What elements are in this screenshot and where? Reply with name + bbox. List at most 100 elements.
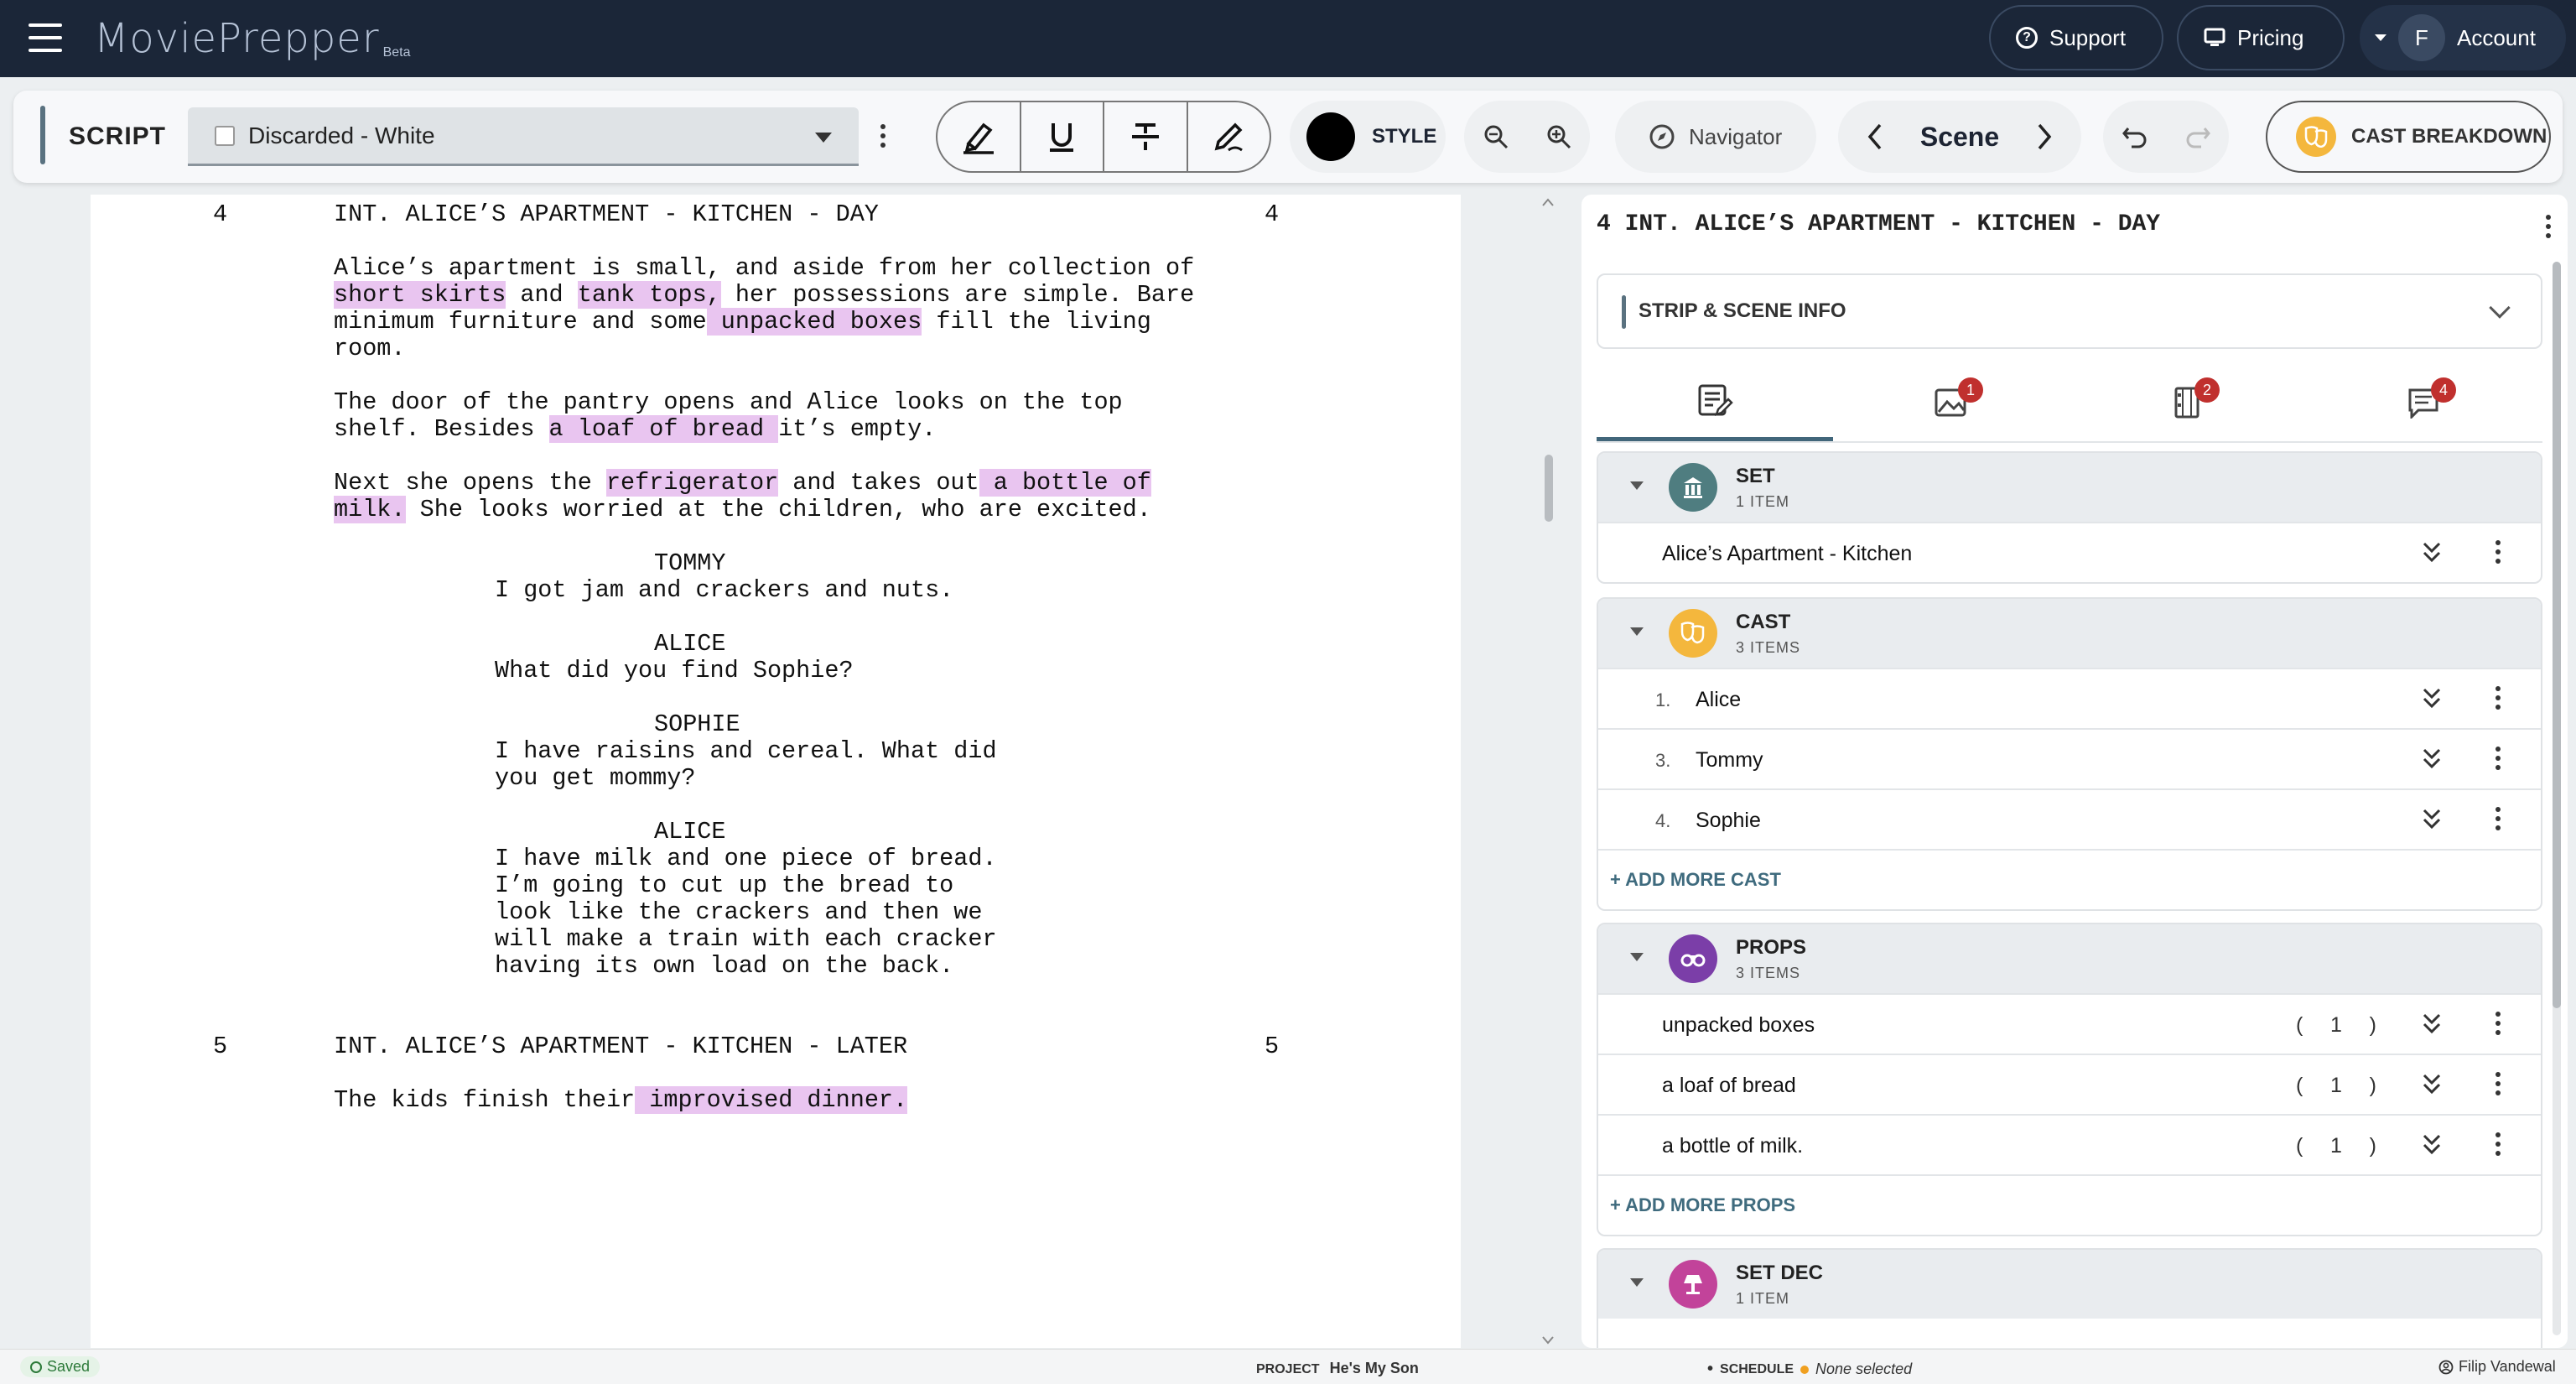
category-name: SET [1736, 465, 1775, 487]
cast-number: 1. [1655, 689, 1671, 710]
scroll-down-icon[interactable] [1540, 1335, 1556, 1346]
collapse-arrow-icon[interactable] [1630, 953, 1644, 961]
scene-heading: INT. ALICE’S APARTMENT - KITCHEN - LATER [334, 1033, 908, 1060]
double-chevron-down-icon[interactable] [2420, 1132, 2444, 1158]
quantity-stepper[interactable]: (1) [2296, 1074, 2376, 1098]
section-accent [1622, 295, 1626, 329]
item-more-icon[interactable] [2496, 686, 2501, 710]
support-button[interactable]: ? Support [1989, 5, 2163, 70]
scrollbar-thumb[interactable] [1545, 455, 1553, 522]
item-more-icon[interactable] [2496, 540, 2501, 564]
next-scene-icon[interactable] [2036, 122, 2053, 151]
tab-notes[interactable]: 4 [2306, 362, 2542, 441]
category-header[interactable]: SET 1 ITEM [1598, 453, 2541, 522]
tagged-element[interactable]: tank tops, [577, 281, 721, 309]
add-more-cast-button[interactable]: + ADD MORE CAST [1598, 849, 2541, 909]
item-more-icon[interactable] [2496, 1072, 2501, 1095]
draft-more-icon[interactable] [880, 124, 886, 148]
draft-color-swatch [215, 125, 235, 146]
category-header[interactable]: CAST 3 ITEMS [1598, 599, 2541, 668]
list-item[interactable]: a bottle of milk. (1) [1598, 1114, 2541, 1174]
tagged-element[interactable]: a loaf of bread [548, 415, 779, 443]
double-chevron-down-icon[interactable] [2420, 747, 2444, 772]
category-name: SET DEC [1736, 1262, 1824, 1284]
item-more-icon[interactable] [2496, 1132, 2501, 1156]
double-chevron-down-icon[interactable] [2420, 807, 2444, 832]
user-icon [2438, 1360, 2454, 1374]
breakdown-tabs: 1 2 4 [1597, 362, 2542, 443]
action-line: shelf. Besides a loaf of bread it’s empt… [334, 415, 937, 443]
images-count-badge: 1 [1958, 377, 1983, 403]
double-chevron-down-icon[interactable] [2420, 1072, 2444, 1097]
quantity-stepper[interactable]: (1) [2296, 1134, 2376, 1158]
tagged-element[interactable]: refrigerator [605, 469, 779, 497]
panel-scrollbar[interactable] [2553, 262, 2561, 1335]
draft-select[interactable]: Discarded - White [188, 107, 859, 166]
account-button[interactable]: F Account [2360, 5, 2566, 70]
category-header[interactable]: PROPS 3 ITEMS [1598, 924, 2541, 993]
previous-scene-icon[interactable] [1867, 122, 1883, 151]
tagged-element[interactable]: milk. [334, 496, 406, 523]
app-logo[interactable]: MoviePrepper Beta [94, 12, 411, 62]
quantity-stepper[interactable]: (1) [2296, 1013, 2376, 1038]
add-more-props-button[interactable]: + ADD MORE PROPS [1598, 1174, 2541, 1235]
zoom-in-icon[interactable] [1546, 124, 1571, 149]
category-header[interactable]: SET DEC 1 ITEM [1598, 1250, 2541, 1319]
list-item[interactable]: a loaf of bread (1) [1598, 1054, 2541, 1114]
tagged-element[interactable]: short skirts [334, 281, 506, 309]
undo-icon[interactable] [2122, 125, 2148, 148]
collapse-arrow-icon[interactable] [1630, 481, 1644, 490]
draw-button[interactable] [1188, 102, 1270, 171]
collapse-arrow-icon[interactable] [1630, 627, 1644, 636]
scrollbar-thumb[interactable] [2553, 262, 2561, 1008]
scene-navigation: Scene [1838, 101, 2081, 173]
double-chevron-down-icon[interactable] [2420, 1012, 2444, 1037]
cast-number: 4. [1655, 810, 1671, 831]
pricing-button[interactable]: Pricing [2177, 5, 2345, 70]
double-chevron-down-icon[interactable] [2420, 540, 2444, 565]
redo-icon[interactable] [2184, 125, 2211, 148]
scroll-up-icon[interactable] [1540, 196, 1556, 208]
item-name: a bottle of milk. [1662, 1134, 1804, 1158]
item-more-icon[interactable] [2496, 747, 2501, 770]
pencil-icon [1214, 122, 1244, 152]
scene-label: Scene [1919, 121, 2000, 152]
list-item[interactable]: 1. Alice [1598, 668, 2541, 728]
tagged-element[interactable]: unpacked boxes [706, 308, 922, 336]
underline-button[interactable] [1021, 102, 1104, 171]
item-name: Sophie [1696, 809, 1761, 832]
strikethrough-button[interactable] [1104, 102, 1188, 171]
style-button[interactable]: STYLE [1290, 101, 1446, 173]
current-user[interactable]: Filip Vandewal [2438, 1358, 2556, 1376]
list-item[interactable]: Alice’s Apartment - Kitchen [1598, 522, 2541, 582]
strip-scene-info-toggle[interactable]: STRIP & SCENE INFO [1597, 273, 2542, 349]
tab-breakdown[interactable] [1597, 362, 1833, 441]
tagged-element[interactable]: improvised dinner. [635, 1086, 908, 1114]
action-line: Next she opens the refrigerator and take… [334, 469, 1151, 497]
list-item[interactable]: unpacked boxes (1) [1598, 993, 2541, 1054]
dialogue-line: I have raisins and cereal. What did [495, 737, 997, 765]
zoom-out-icon[interactable] [1483, 124, 1509, 149]
building-icon [1669, 463, 1717, 512]
tab-images[interactable]: 1 [1833, 362, 2070, 441]
double-chevron-down-icon[interactable] [2420, 686, 2444, 711]
schedule-indicator[interactable]: • SCHEDULE None selected [1707, 1360, 1912, 1379]
project-indicator[interactable]: PROJECT He's My Son [1256, 1360, 1419, 1377]
tagged-element[interactable]: a bottle of [979, 469, 1151, 497]
menu-icon[interactable] [29, 23, 62, 52]
highlighter-button[interactable] [937, 102, 1021, 171]
underline-icon [1050, 123, 1074, 152]
list-item[interactable]: 4. Sophie [1598, 788, 2541, 849]
panel-more-icon[interactable] [2546, 215, 2551, 238]
item-more-icon[interactable] [2496, 1012, 2501, 1035]
navigator-button[interactable]: Navigator [1615, 101, 1816, 173]
cast-breakdown-button[interactable]: CAST BREAKDOWN [2266, 101, 2551, 173]
action-line: milk. She looks worried at the children,… [334, 496, 1151, 523]
tab-scenes[interactable]: 2 [2070, 362, 2306, 441]
item-more-icon[interactable] [2496, 807, 2501, 830]
script-scrollbar[interactable] [1540, 195, 1556, 1348]
collapse-arrow-icon[interactable] [1630, 1278, 1644, 1287]
scene-breakdown-panel: 4 INT. ALICE’S APARTMENT - KITCHEN - DAY… [1581, 195, 2568, 1348]
list-item[interactable]: 3. Tommy [1598, 728, 2541, 788]
script-page[interactable]: 4 INT. ALICE’S APARTMENT - KITCHEN - DAY… [91, 195, 1461, 1348]
